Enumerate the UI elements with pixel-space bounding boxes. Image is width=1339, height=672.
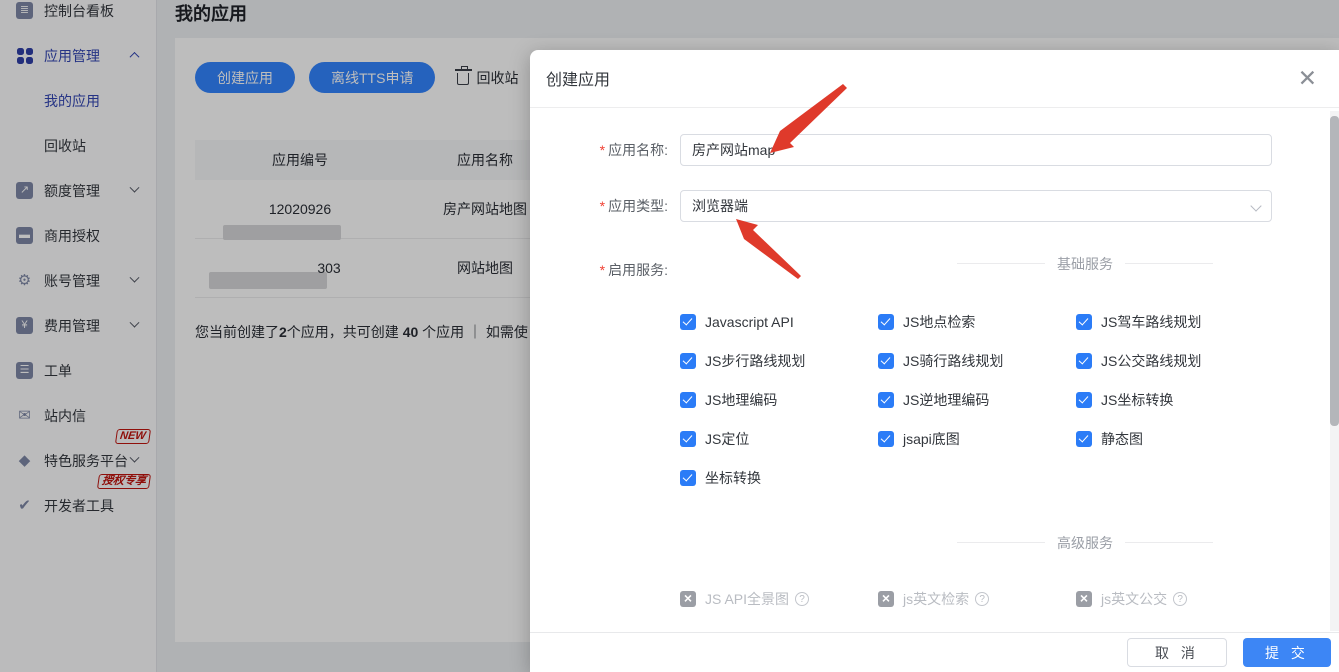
checked-checkbox-icon: [878, 430, 894, 447]
service-label: js英文检索: [903, 590, 970, 607]
service-label: js英文公交: [1101, 590, 1168, 607]
service-checkbox-disabled[interactable]: JS API全景图 ?: [680, 589, 878, 609]
scrollbar-thumb[interactable]: [1330, 116, 1339, 426]
service-checkbox[interactable]: 坐标转换: [680, 468, 878, 488]
service-label: JS驾车路线规划: [1101, 313, 1202, 330]
checked-checkbox-icon: [1076, 352, 1092, 369]
service-checkbox[interactable]: JS步行路线规划: [680, 351, 878, 371]
checked-checkbox-icon: [1076, 391, 1092, 408]
service-checkbox[interactable]: JS公交路线规划: [1076, 351, 1272, 371]
service-checkbox[interactable]: jsapi底图: [878, 429, 1076, 449]
modal-title: 创建应用: [546, 72, 611, 90]
app-type-selected-value: 浏览器端: [692, 197, 748, 214]
required-asterisk: *: [599, 197, 606, 214]
advanced-services-grid: JS API全景图 ? js英文检索 ? js英文公交 ?: [680, 589, 1339, 632]
service-checkbox[interactable]: JS逆地理编码: [878, 390, 1076, 410]
service-label: JS逆地理编码: [903, 391, 990, 408]
service-checkbox-disabled[interactable]: js英文公交 ?: [1076, 589, 1272, 609]
checked-checkbox-icon: [680, 313, 696, 330]
advanced-services-title: 高级服务: [1057, 534, 1113, 551]
checked-checkbox-icon: [680, 391, 696, 408]
basic-services-title: 基础服务: [1057, 255, 1113, 272]
checked-checkbox-icon: [1076, 313, 1092, 330]
service-checkbox[interactable]: 静态图: [1076, 429, 1272, 449]
required-asterisk: *: [599, 141, 606, 158]
modal-scrollbar[interactable]: [1330, 111, 1339, 631]
service-label: JS步行路线规划: [705, 352, 806, 369]
service-label: JS公交路线规划: [1101, 352, 1202, 369]
service-checkbox[interactable]: JS定位: [680, 429, 878, 449]
screen: ≣ 控制台看板 应用管理 我的应用 回收站 ↗ 额度管理 ▬ 商用授权 ⚙ 账号…: [0, 0, 1339, 672]
required-asterisk: *: [599, 261, 606, 278]
service-label: Javascript API: [705, 313, 794, 330]
service-checkbox[interactable]: JS驾车路线规划: [1076, 312, 1272, 332]
service-label: JS地理编码: [705, 391, 778, 408]
submit-button[interactable]: 提 交: [1243, 638, 1331, 667]
checked-checkbox-icon: [878, 391, 894, 408]
unchecked-x-checkbox-icon: [878, 590, 894, 607]
checked-checkbox-icon: [680, 352, 696, 369]
advanced-services-divider: 高级服务: [945, 533, 1225, 553]
service-label: JS坐标转换: [1101, 391, 1174, 408]
unchecked-x-checkbox-icon: [680, 590, 696, 607]
service-checkbox[interactable]: JS坐标转换: [1076, 390, 1272, 410]
app-name-label: * 应用名称:: [599, 141, 668, 158]
basic-services-divider: 基础服务: [945, 254, 1225, 274]
modal-header: 创建应用 ✕: [530, 50, 1339, 108]
service-label: 坐标转换: [705, 469, 761, 486]
services-row: * 启用服务: 基础服务: [530, 246, 1339, 286]
service-label: JS定位: [705, 430, 750, 447]
service-label: JS骑行路线规划: [903, 352, 1004, 369]
service-checkbox[interactable]: JS地点检索: [878, 312, 1076, 332]
checked-checkbox-icon: [680, 469, 696, 486]
checked-checkbox-icon: [1076, 430, 1092, 447]
basic-services-grid: Javascript API JS地点检索 JS驾车路线规划 JS步行路线规划 …: [680, 312, 1339, 488]
checked-checkbox-icon: [878, 313, 894, 330]
service-label: JS API全景图: [705, 590, 790, 607]
app-name-row: * 应用名称:: [530, 133, 1339, 166]
service-label: jsapi底图: [903, 430, 960, 447]
app-type-select[interactable]: 浏览器端: [680, 189, 1272, 222]
checked-checkbox-icon: [680, 430, 696, 447]
service-label: JS地点检索: [903, 313, 976, 330]
help-question-icon[interactable]: ?: [1173, 591, 1188, 606]
service-checkbox[interactable]: JS骑行路线规划: [878, 351, 1076, 371]
close-icon[interactable]: ✕: [1298, 66, 1317, 90]
modal-footer: 取 消 提 交: [530, 632, 1339, 672]
checked-checkbox-icon: [878, 352, 894, 369]
service-checkbox[interactable]: Javascript API: [680, 312, 878, 332]
service-checkbox[interactable]: JS地理编码: [680, 390, 878, 410]
unchecked-x-checkbox-icon: [1076, 590, 1092, 607]
modal-body: *应用名称: *应用类型: 浏览器端 *启用服务: 基础服务: [530, 108, 1339, 632]
app-type-row: * 应用类型: 浏览器端: [530, 189, 1339, 222]
app-type-label: * 应用类型:: [599, 197, 668, 214]
services-label: * 启用服务:: [599, 261, 668, 278]
create-app-modal: 创建应用 ✕ *应用名称: *应用类型: 浏览器端 *启用服务:: [530, 50, 1339, 672]
help-question-icon[interactable]: ?: [975, 591, 990, 606]
help-question-icon[interactable]: ?: [795, 591, 810, 606]
service-label: 静态图: [1101, 430, 1143, 447]
service-checkbox-disabled[interactable]: js英文检索 ?: [878, 589, 1076, 609]
app-name-input[interactable]: [680, 133, 1272, 166]
cancel-button[interactable]: 取 消: [1127, 638, 1227, 667]
